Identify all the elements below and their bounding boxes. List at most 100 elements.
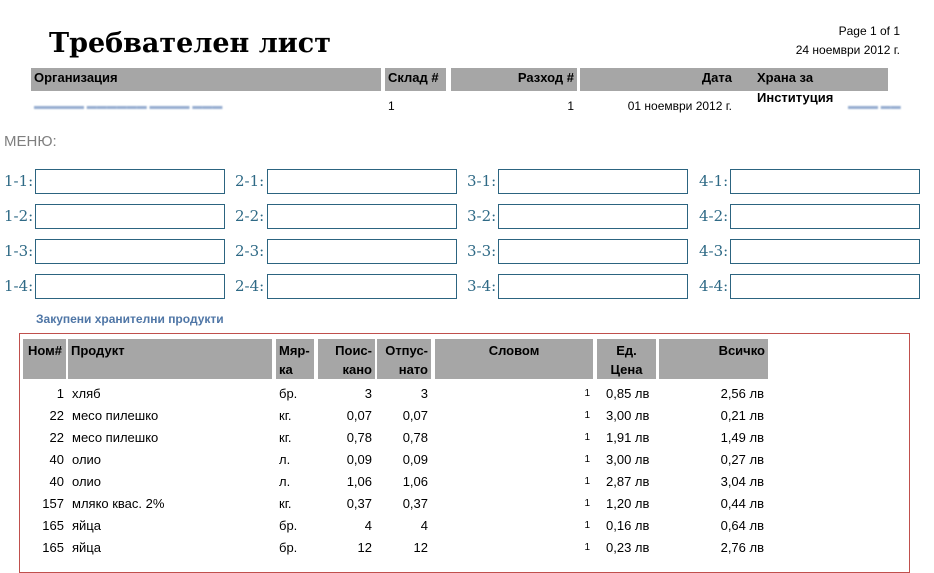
cell-words: 1 [584, 388, 590, 399]
cell-product: яйца [72, 518, 101, 533]
cell-unit: бр. [279, 518, 298, 533]
cell-requested: 1,06 [346, 474, 372, 489]
menu-field-3-3[interactable] [498, 239, 688, 264]
cell-unit-price: 0,85 лв [606, 386, 650, 401]
menu-label-1-4: 1-4: [4, 277, 34, 295]
header-organization: Организация [31, 68, 381, 91]
cell-unit-price: 3,00 лв [606, 452, 650, 467]
cell-requested: 0,07 [346, 408, 372, 423]
cell-num: 40 [49, 474, 64, 489]
menu-field-2-1[interactable] [267, 169, 457, 194]
cell-product: олио [72, 452, 102, 467]
cell-released: 4 [420, 518, 428, 533]
cell-released: 3 [420, 386, 428, 401]
cell-words: 1 [584, 432, 590, 443]
menu-field-4-3[interactable] [730, 239, 920, 264]
cell-released: 0,78 [402, 430, 428, 445]
cell-requested: 0,78 [346, 430, 372, 445]
cell-words: 1 [584, 498, 590, 509]
cell-unit: кг. [279, 408, 292, 423]
cell-unit-price: 0,16 лв [606, 518, 650, 533]
cell-num: 165 [42, 518, 64, 533]
expense-value: 1 [567, 99, 574, 113]
cell-requested: 0,09 [346, 452, 372, 467]
cell-unit: кг. [279, 496, 292, 511]
menu-field-1-2[interactable] [35, 204, 225, 229]
cell-product: яйца [72, 540, 101, 555]
cell-num: 165 [42, 540, 64, 555]
cell-unit: бр. [279, 386, 298, 401]
menu-field-4-4[interactable] [730, 274, 920, 299]
cell-words: 1 [584, 454, 590, 465]
menu-field-2-4[interactable] [267, 274, 457, 299]
menu-field-3-1[interactable] [498, 169, 688, 194]
col-header-total: Всичко [659, 339, 768, 379]
cell-released: 0,07 [402, 408, 428, 423]
cell-words: 1 [584, 542, 590, 553]
menu-label-4-2: 4-2: [699, 207, 729, 225]
cell-num: 157 [42, 496, 64, 511]
header-date: Дата [580, 68, 735, 91]
menu-label-2-2: 2-2: [235, 207, 265, 225]
cell-num: 1 [56, 386, 64, 401]
cell-product: месо пилешко [72, 408, 159, 423]
menu-label-3-4: 3-4: [467, 277, 497, 295]
cell-words: 1 [584, 476, 590, 487]
page-title: Требвателен лист [49, 28, 331, 59]
cell-requested: 3 [364, 386, 372, 401]
menu-field-3-4[interactable] [498, 274, 688, 299]
cell-total: 2,76 лв [720, 540, 764, 555]
menu-field-3-2[interactable] [498, 204, 688, 229]
cell-unit-price: 0,23 лв [606, 540, 650, 555]
menu-label-2-4: 2-4: [235, 277, 265, 295]
cell-unit-price: 3,00 лв [606, 408, 650, 423]
menu-label-3-2: 3-2: [467, 207, 497, 225]
cell-released: 1,06 [402, 474, 428, 489]
menu-field-1-3[interactable] [35, 239, 225, 264]
cell-requested: 12 [357, 540, 372, 555]
organization-value-cropped: ▬▬▬▬▬ ▬▬▬▬▬▬ ▬▬▬▬ ▬▬▬ [34, 101, 223, 112]
cell-total: 0,21 лв [720, 408, 764, 423]
menu-label-1-1: 1-1: [4, 172, 34, 190]
cell-released: 0,37 [402, 496, 428, 511]
menu-label-1-2: 1-2: [4, 207, 34, 225]
cell-words: 1 [584, 410, 590, 421]
section-title: Закупени хранителни продукти [36, 312, 224, 326]
menu-field-1-1[interactable] [35, 169, 225, 194]
cell-released: 12 [413, 540, 428, 555]
cell-unit: л. [279, 474, 291, 489]
menu-label-4-4: 4-4: [699, 277, 729, 295]
col-header-unit: Мяр-ка [276, 339, 314, 379]
cell-unit-price: 1,91 лв [606, 430, 650, 445]
cell-total: 0,27 лв [720, 452, 764, 467]
menu-field-2-3[interactable] [267, 239, 457, 264]
cell-unit: л. [279, 452, 291, 467]
menu-label-3-1: 3-1: [467, 172, 497, 190]
menu-label-2-3: 2-3: [235, 242, 265, 260]
menu-field-4-2[interactable] [730, 204, 920, 229]
menu-label-1-3: 1-3: [4, 242, 34, 260]
print-date: 24 ноември 2012 г. [795, 43, 900, 57]
cell-product: хляб [72, 386, 101, 401]
cell-released: 0,09 [402, 452, 428, 467]
page-number: Page 1 of 1 [838, 24, 900, 38]
cell-unit-price: 1,20 лв [606, 496, 650, 511]
food-value-cropped: ▬▬▬ ▬▬ [848, 101, 901, 112]
cell-total: 2,56 лв [720, 386, 764, 401]
cell-num: 40 [49, 452, 64, 467]
menu-field-4-1[interactable] [730, 169, 920, 194]
cell-unit-price: 2,87 лв [606, 474, 650, 489]
menu-label-3-3: 3-3: [467, 242, 497, 260]
cell-requested: 4 [364, 518, 372, 533]
cell-unit: кг. [279, 430, 292, 445]
menu-label-4-3: 4-3: [699, 242, 729, 260]
page-info: Page 1 of 1 24 ноември 2012 г. [796, 22, 900, 60]
menu-field-1-4[interactable] [35, 274, 225, 299]
menu-field-2-2[interactable] [267, 204, 457, 229]
col-header-words: Словом [435, 339, 593, 379]
menu-label-4-1: 4-1: [699, 172, 729, 190]
cell-num: 22 [49, 430, 64, 445]
cell-product: олио [72, 474, 102, 489]
menu-label: МЕНЮ: [4, 133, 57, 150]
cell-product: месо пилешко [72, 430, 159, 445]
